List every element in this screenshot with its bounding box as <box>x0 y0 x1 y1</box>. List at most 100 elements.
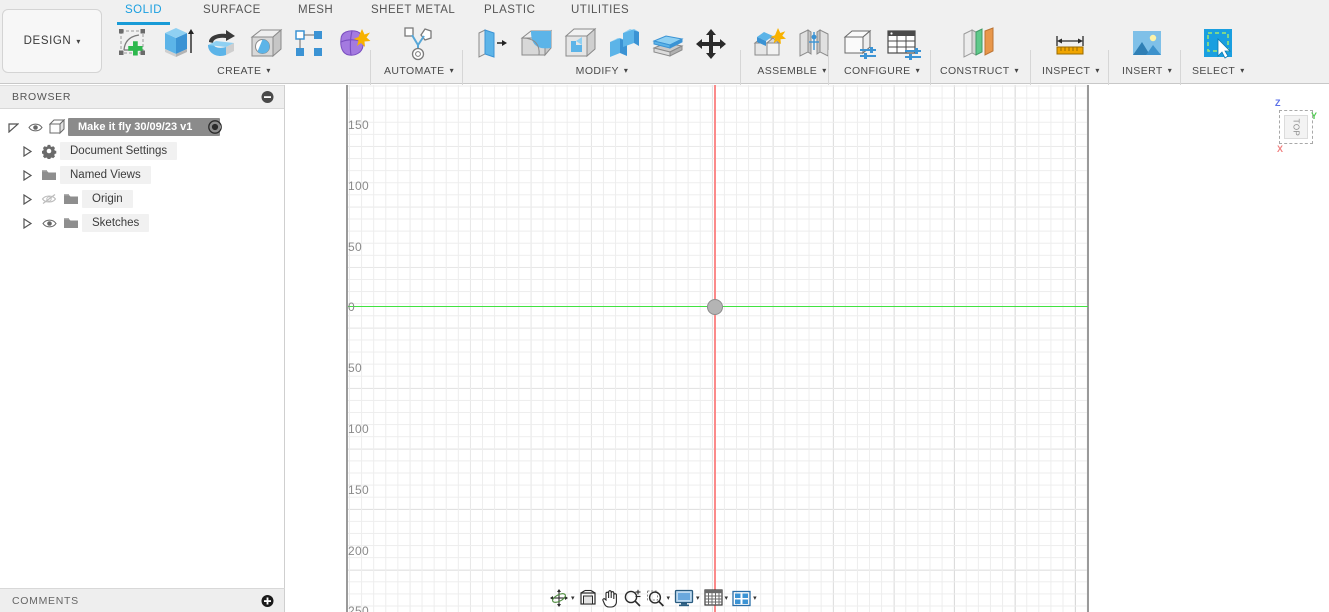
tab-plastic[interactable]: PLASTIC <box>484 4 535 19</box>
browser-panel: BROWSER <box>0 85 285 590</box>
group-label-select: SELECT <box>1192 65 1235 77</box>
chevron-down-icon[interactable]: ▾ <box>696 594 700 602</box>
hole-icon[interactable] <box>244 24 288 64</box>
joint-icon[interactable] <box>792 24 836 64</box>
chevron-down-icon[interactable]: ▾ <box>571 594 575 602</box>
fusion360-window: DESIGN ▾ SOLID SURFACE MESH SHEET METAL … <box>0 0 1329 612</box>
move-copy-icon[interactable] <box>690 24 734 64</box>
configure-model-icon[interactable] <box>838 24 882 64</box>
look-at-icon[interactable] <box>577 586 599 610</box>
extrude-icon[interactable] <box>156 24 200 64</box>
eye-hidden-icon[interactable] <box>38 193 60 205</box>
press-pull-icon[interactable] <box>470 24 514 64</box>
tab-solid[interactable]: SOLID <box>125 4 162 19</box>
workspace-switcher[interactable]: DESIGN ▾ <box>2 9 102 73</box>
chevron-down-icon[interactable]: ▾ <box>624 66 628 75</box>
triangle-collapsed-icon[interactable] <box>16 194 38 205</box>
chevron-down-icon[interactable]: ▾ <box>822 66 826 75</box>
insert-image-icon[interactable] <box>1125 24 1169 64</box>
orbit-icon[interactable]: ▾ <box>547 586 577 610</box>
chevron-down-icon[interactable]: ▾ <box>725 594 729 602</box>
minus-circle-icon[interactable] <box>261 91 274 104</box>
grid-snaps-icon[interactable]: ▾ <box>702 586 731 610</box>
new-component-icon[interactable] <box>748 24 792 64</box>
chevron-down-icon[interactable]: ▾ <box>450 66 454 75</box>
revolve-icon[interactable] <box>200 24 244 64</box>
fillet-icon[interactable] <box>514 24 558 64</box>
ribbon-group-modify: MODIFY ▾ <box>470 24 734 82</box>
workspace-label: DESIGN <box>24 35 72 47</box>
chevron-down-icon[interactable]: ▾ <box>916 66 920 75</box>
configuration-table-icon[interactable] <box>882 24 926 64</box>
tab-mesh[interactable]: MESH <box>298 4 333 19</box>
group-label-insert: INSERT <box>1122 65 1163 77</box>
comments-panel[interactable]: COMMENTS <box>0 588 285 612</box>
create-sketch-icon[interactable] <box>112 24 156 64</box>
y-axis-line <box>714 85 716 612</box>
zoom-icon[interactable] <box>621 586 644 610</box>
comments-title: COMMENTS <box>12 595 79 607</box>
tree-node-origin[interactable]: Origin <box>0 187 284 211</box>
ribbon-toolbar: DESIGN ▾ SOLID SURFACE MESH SHEET METAL … <box>0 0 1329 84</box>
tree-node-root-label: Make it fly 30/09/23 v1 <box>68 118 220 136</box>
select-window-icon[interactable] <box>1196 24 1240 64</box>
folder-icon <box>38 168 60 182</box>
automate-icon[interactable] <box>397 24 441 64</box>
triangle-collapsed-icon[interactable] <box>16 218 38 229</box>
view-cube-face-label: TOP <box>1292 118 1301 136</box>
eye-visible-icon[interactable] <box>24 122 46 133</box>
ribbon-group-assemble: ASSEMBLE▾ <box>748 24 836 82</box>
ribbon-group-inspect: INSPECT▾ <box>1042 24 1100 82</box>
ruler-tick-label: 50 <box>348 240 362 254</box>
ruler-tick-label: 200 <box>348 544 369 558</box>
chevron-down-icon: ▾ <box>76 37 80 46</box>
gear-icon <box>38 144 60 159</box>
group-label-construct: CONSTRUCT <box>940 65 1010 77</box>
tab-sheet-metal[interactable]: SHEET METAL <box>371 4 455 19</box>
chevron-down-icon[interactable]: ▾ <box>667 594 671 602</box>
pan-icon[interactable] <box>599 586 621 610</box>
tree-node-document-settings[interactable]: Document Settings <box>0 139 284 163</box>
ruler-tick-label: 50 <box>348 361 362 375</box>
viewports-icon[interactable]: ▾ <box>730 586 759 610</box>
eye-visible-icon[interactable] <box>38 218 60 229</box>
triangle-collapsed-icon[interactable] <box>16 146 38 157</box>
group-label-configure: CONFIGURE <box>844 65 911 77</box>
origin-point[interactable] <box>707 299 723 315</box>
measure-icon[interactable] <box>1049 24 1093 64</box>
ruler-tick-label: 100 <box>348 179 369 193</box>
plus-circle-icon[interactable] <box>261 594 274 607</box>
group-label-automate: AUTOMATE <box>384 65 445 77</box>
tab-surface[interactable]: SURFACE <box>203 4 261 19</box>
chevron-down-icon[interactable]: ▾ <box>1015 66 1019 75</box>
offset-plane-icon[interactable] <box>957 24 1001 64</box>
tab-utilities[interactable]: UTILITIES <box>571 4 629 19</box>
view-cube-face-top[interactable]: TOP <box>1284 115 1308 139</box>
chevron-down-icon[interactable]: ▾ <box>753 594 757 602</box>
tree-node-root[interactable]: Make it fly 30/09/23 v1 <box>0 115 284 139</box>
browser-tree: Make it fly 30/09/23 v1 <box>0 109 284 235</box>
folder-icon <box>60 216 82 230</box>
ribbon-group-automate: AUTOMATE ▾ <box>384 24 454 82</box>
offset-face-icon[interactable] <box>646 24 690 64</box>
display-settings-icon[interactable]: ▾ <box>672 586 702 610</box>
chevron-down-icon[interactable]: ▾ <box>1095 66 1099 75</box>
radio-activated-icon[interactable] <box>208 120 222 134</box>
shell-icon[interactable] <box>558 24 602 64</box>
grid-left-border <box>346 85 348 612</box>
triangle-collapsed-icon[interactable] <box>16 170 38 181</box>
combine-icon[interactable] <box>602 24 646 64</box>
triangle-expanded-icon[interactable] <box>2 122 24 133</box>
zoom-window-icon[interactable]: ▾ <box>644 586 673 610</box>
tree-node-named-views[interactable]: Named Views <box>0 163 284 187</box>
chevron-down-icon[interactable]: ▾ <box>1240 66 1244 75</box>
chevron-down-icon[interactable]: ▾ <box>266 66 270 75</box>
browser-title: BROWSER <box>12 91 71 103</box>
rectangular-pattern-icon[interactable] <box>288 24 332 64</box>
chevron-down-icon[interactable]: ▾ <box>1168 66 1172 75</box>
design-canvas[interactable]: 150 100 50 0 50 100 150 200 250 <box>286 85 1329 612</box>
group-label-modify: MODIFY <box>576 65 619 77</box>
grid-right-border <box>1087 85 1089 612</box>
view-cube[interactable]: TOP Z Y X <box>1265 98 1323 160</box>
tree-node-sketches[interactable]: Sketches <box>0 211 284 235</box>
